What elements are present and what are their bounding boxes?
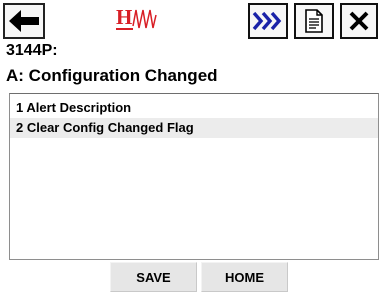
menu-item-clear-config-changed-flag[interactable]: 2 Clear Config Changed Flag: [10, 118, 378, 138]
menu-item-alert-description[interactable]: 1 Alert Description: [10, 98, 378, 118]
multidrop-button[interactable]: [248, 3, 288, 39]
hart-waveform-icon: H: [116, 5, 157, 30]
svg-text:H: H: [116, 5, 132, 29]
save-button[interactable]: SAVE: [110, 262, 197, 292]
document-button[interactable]: [294, 3, 334, 39]
page-title: A: Configuration Changed: [6, 66, 218, 85]
close-button[interactable]: [340, 3, 378, 39]
document-icon: [305, 9, 323, 33]
close-x-icon: [349, 11, 369, 31]
device-tag: 3144P:: [6, 42, 58, 59]
bottom-bar: SAVE HOME: [0, 260, 389, 293]
home-button[interactable]: HOME: [201, 262, 288, 292]
back-button[interactable]: [3, 3, 45, 39]
left-arrow-icon: [9, 10, 39, 32]
hart-logo: H: [116, 4, 164, 38]
menu-list: 1 Alert Description 2 Clear Config Chang…: [9, 93, 379, 260]
triple-chevron-right-icon: [252, 11, 282, 31]
toolbar: H: [0, 0, 389, 42]
